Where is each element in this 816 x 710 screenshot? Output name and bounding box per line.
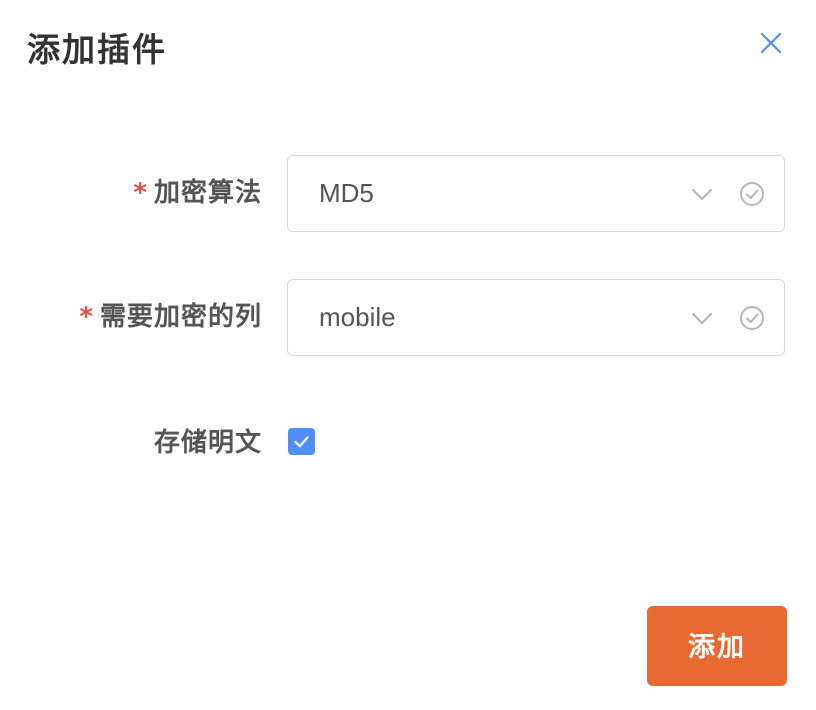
store-plaintext-label: 存储明文 <box>153 428 262 458</box>
algorithm-label: * 加密算法 <box>133 176 262 210</box>
store-plaintext-row: 存储明文 <box>0 424 816 464</box>
column-select[interactable]: mobile <box>287 279 785 356</box>
column-label: * 需要加密的列 <box>79 300 262 334</box>
required-mark: * <box>133 178 148 208</box>
dialog-title: 添加插件 <box>27 30 167 69</box>
column-label-text: 需要加密的列 <box>99 302 262 332</box>
add-button[interactable]: 添加 <box>647 606 787 686</box>
column-row: * 需要加密的列 mobile <box>0 279 816 356</box>
check-circle-icon <box>740 306 764 330</box>
close-icon[interactable] <box>756 28 786 58</box>
required-mark: * <box>79 302 94 332</box>
chevron-down-icon[interactable] <box>690 307 714 329</box>
close-button[interactable] <box>756 28 786 58</box>
chevron-down-icon[interactable] <box>690 183 714 205</box>
check-circle-icon <box>740 182 764 206</box>
add-plugin-dialog: 添加插件 * 加密算法 MD5 * 需要加密的列 mobile 存储明文 添加 <box>0 0 816 710</box>
column-select-value: mobile <box>319 302 396 332</box>
algorithm-select-value: MD5 <box>319 178 374 208</box>
checkmark-icon <box>294 436 309 448</box>
algorithm-select[interactable]: MD5 <box>287 155 785 232</box>
store-plaintext-checkbox[interactable] <box>288 428 315 455</box>
algorithm-row: * 加密算法 MD5 <box>0 155 816 232</box>
algorithm-label-text: 加密算法 <box>153 178 262 208</box>
